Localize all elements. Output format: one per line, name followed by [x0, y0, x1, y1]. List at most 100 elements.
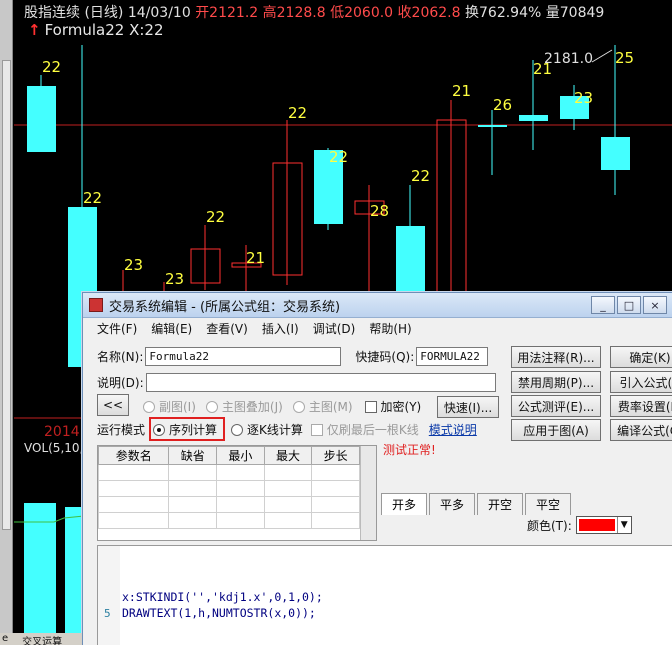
- candle-label: 21: [452, 82, 471, 100]
- candle: [436, 100, 467, 296]
- peak-price-label: 2181.0: [544, 51, 593, 67]
- candle-label: 22: [329, 148, 348, 166]
- quick-button[interactable]: 快速(I)...: [437, 396, 499, 418]
- ok-button[interactable]: 确定(K): [610, 346, 672, 368]
- disable-period-button[interactable]: 禁用周期(P)...: [511, 371, 601, 393]
- close-button[interactable]: ×: [643, 296, 667, 314]
- parameter-table[interactable]: 参数名 缺省 最小 最大 步长: [97, 445, 377, 541]
- highlight-box: [149, 417, 225, 441]
- candle-label: 22: [411, 167, 430, 185]
- candle-label: 21: [246, 249, 265, 267]
- name-label: 名称(N):: [97, 350, 144, 364]
- footer-tab[interactable]: 交叉运算: [22, 633, 62, 645]
- year-label: 2014: [44, 424, 80, 440]
- candle: [396, 185, 425, 295]
- subchart-radio[interactable]: [143, 400, 155, 413]
- color-swatch: [578, 519, 615, 531]
- overlay-label: 主图叠加(J): [221, 400, 283, 414]
- code-line[interactable]: x:STKINDI('','kdj1.x',0,1,0);: [122, 590, 323, 604]
- menu-view[interactable]: 查看(V): [206, 320, 248, 337]
- name-field[interactable]: Formula22: [145, 347, 342, 366]
- param-header-min: 最小: [216, 446, 265, 465]
- subchart-label: 副图(I): [159, 400, 196, 414]
- left-scrollbar[interactable]: [0, 0, 13, 645]
- run-mode-label: 运行模式: [97, 423, 146, 437]
- dialog-title: 交易系统编辑 - (所属公式组：交易系统): [109, 299, 341, 315]
- per-kline-radio[interactable]: [231, 423, 244, 436]
- candle: [190, 225, 221, 290]
- overlay-radio[interactable]: [205, 400, 218, 413]
- candle-label: 23: [124, 256, 143, 274]
- mainchart-label: 主图(M): [308, 400, 353, 414]
- table-row: [98, 496, 360, 513]
- tab-close-short[interactable]: 平空: [525, 493, 572, 515]
- menu-bar: 文件(F) 编辑(E) 查看(V) 插入(I) 调试(D) 帮助(H): [83, 318, 672, 338]
- tab-close-long[interactable]: 平多: [429, 493, 476, 515]
- mode-help-link[interactable]: 模式说明: [429, 421, 477, 438]
- menu-debug[interactable]: 调试(D): [313, 320, 356, 337]
- param-header-name: 参数名: [98, 446, 170, 465]
- candle-label: 26: [493, 96, 512, 114]
- compile-formula-button[interactable]: 编译公式(C): [610, 419, 672, 441]
- refresh-last-label: 仅刷最后一根K线: [326, 423, 419, 437]
- tab-open-short[interactable]: 开空: [477, 493, 524, 515]
- line-gutter: [98, 546, 120, 645]
- menu-file[interactable]: 文件(F): [97, 320, 137, 337]
- dropdown-arrow-icon[interactable]: ▼: [616, 517, 631, 533]
- line-number: 5: [104, 607, 111, 620]
- candle-label: 22: [42, 58, 61, 76]
- menu-edit[interactable]: 编辑(E): [151, 320, 192, 337]
- import-formula-button[interactable]: 引入公式(I): [610, 371, 672, 393]
- usage-notes-button[interactable]: 用法注释(R)...: [511, 346, 601, 368]
- color-picker[interactable]: ▼: [575, 516, 632, 534]
- candle-label: 23: [574, 89, 593, 107]
- shortcut-label: 快捷码(Q):: [355, 350, 415, 364]
- footer-text: e: [2, 633, 9, 644]
- per-kline-label: 逐K线计算: [247, 423, 303, 437]
- candle-label: 28: [370, 202, 389, 220]
- menu-insert[interactable]: 插入(I): [262, 320, 299, 337]
- tab-open-long[interactable]: 开多: [381, 493, 428, 515]
- bottom-tabbar: e 交叉运算: [0, 633, 82, 645]
- volume-indicator-label: VOL(5,10,: [24, 441, 84, 455]
- dialog-titlebar[interactable]: 交易系统编辑 - (所属公式组：交易系统) _ □ ×: [83, 293, 672, 318]
- candle-label: 23: [165, 270, 184, 288]
- menu-help[interactable]: 帮助(H): [369, 320, 411, 337]
- param-header-step: 步长: [311, 446, 360, 465]
- candle-label: 22: [288, 104, 307, 122]
- candle-label: 25: [615, 49, 634, 67]
- shortcut-field[interactable]: FORMULA22: [416, 347, 489, 366]
- mainchart-radio[interactable]: [292, 400, 305, 413]
- encrypt-checkbox[interactable]: [364, 400, 377, 413]
- app-icon: [89, 298, 103, 312]
- candle: [601, 45, 630, 195]
- peak-pointer: [591, 49, 613, 63]
- refresh-last-checkbox[interactable]: [310, 423, 323, 436]
- candle: [272, 120, 303, 285]
- fee-settings-button[interactable]: 费率设置(F): [610, 395, 672, 417]
- collapse-button[interactable]: <<: [97, 394, 129, 416]
- table-row: [98, 464, 360, 481]
- candle-label: 22: [206, 208, 225, 226]
- status-message: 测试正常!: [383, 443, 436, 457]
- encrypt-label: 加密(Y): [380, 400, 422, 414]
- description-label: 说明(D):: [97, 376, 144, 390]
- scrollbar-thumb[interactable]: [2, 60, 11, 530]
- param-header-max: 最大: [263, 446, 313, 465]
- table-row: [98, 512, 360, 529]
- formula-test-button[interactable]: 公式测评(E)...: [511, 395, 601, 417]
- minimize-button[interactable]: _: [591, 296, 615, 314]
- color-label: 颜色(T):: [527, 518, 572, 533]
- param-header-default: 缺省: [168, 446, 218, 465]
- apply-to-chart-button[interactable]: 应用于图(A): [511, 419, 601, 441]
- candle-label: 22: [83, 189, 102, 207]
- description-field[interactable]: [145, 373, 496, 392]
- code-editor[interactable]: x:STKINDI('','kdj1.x',0,1,0); 5 DRAWTEXT…: [97, 545, 672, 645]
- candle: [478, 110, 507, 175]
- table-scrollbar[interactable]: [360, 446, 376, 540]
- maximize-button[interactable]: □: [617, 296, 641, 314]
- volume-bar: [24, 503, 56, 645]
- code-line[interactable]: DRAWTEXT(1,h,NUMTOSTR(x,0));: [122, 606, 316, 620]
- table-row: [98, 480, 360, 497]
- candle: [27, 75, 56, 152]
